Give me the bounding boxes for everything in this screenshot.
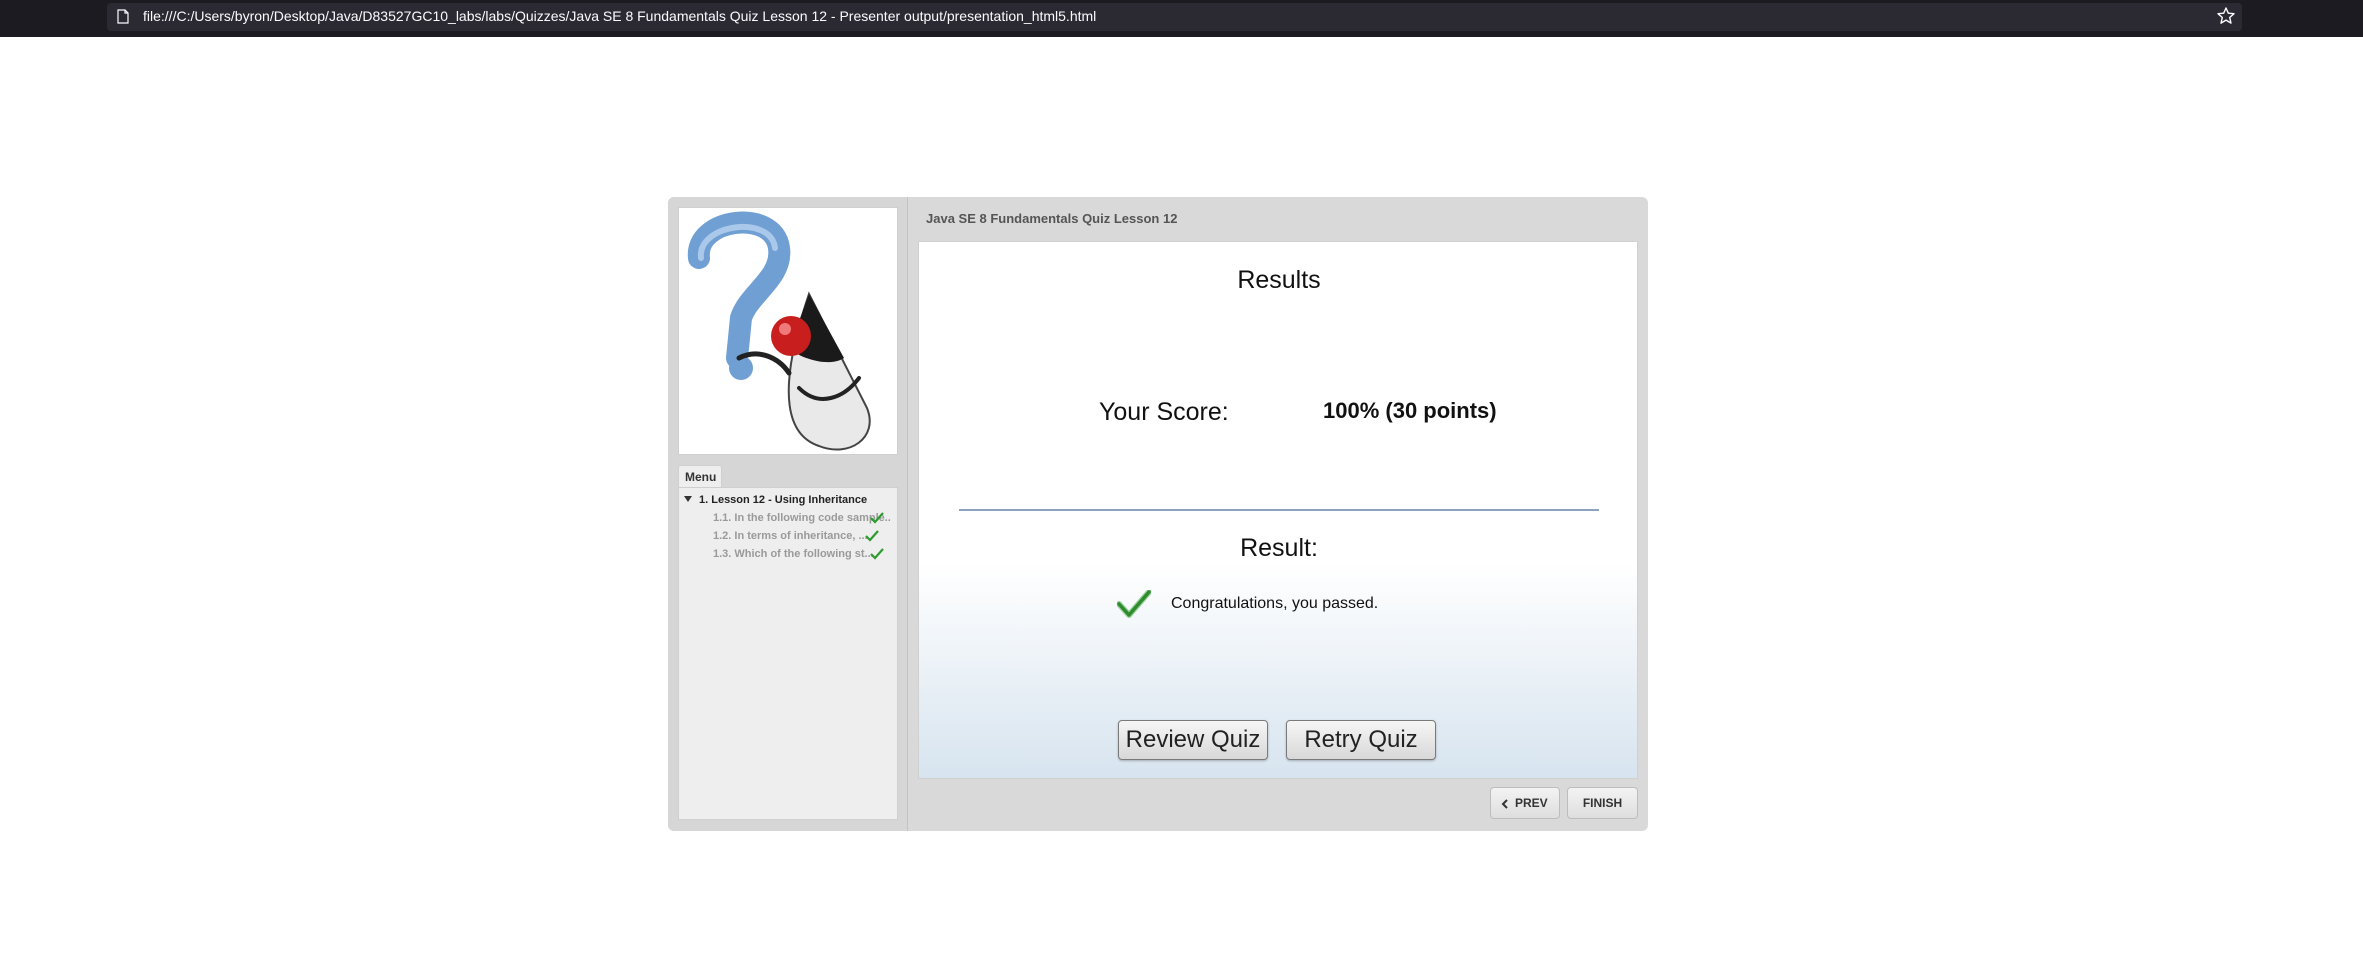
completed-check-icon	[870, 512, 884, 524]
collapse-caret-icon[interactable]	[684, 496, 692, 502]
menu-question-item[interactable]: 1.1. In the following code sample...	[713, 512, 891, 524]
score-value: 100% (30 points)	[1323, 398, 1497, 423]
passed-check-icon	[1117, 590, 1151, 618]
url-text[interactable]: file:///C:/Users/byron/Desktop/Java/D835…	[143, 8, 1096, 24]
score-label: Your Score:	[1099, 398, 1229, 426]
divider	[959, 509, 1599, 511]
menu-tab[interactable]: Menu	[678, 465, 722, 487]
java-quiz-logo	[678, 207, 898, 455]
prev-button[interactable]: PREV	[1490, 787, 1560, 819]
finish-button[interactable]: FINISH	[1567, 787, 1638, 819]
result-label: Result:	[1240, 534, 1318, 562]
star-icon[interactable]	[2216, 6, 2236, 26]
menu-panel: 1. Lesson 12 - Using Inheritance 1.1. In…	[678, 487, 898, 820]
result-text: Congratulations, you passed.	[1171, 595, 1379, 612]
quiz-title: Java SE 8 Fundamentals Quiz Lesson 12	[926, 211, 1178, 226]
completed-check-icon	[870, 548, 884, 560]
browser-toolbar: file:///C:/Users/byron/Desktop/Java/D835…	[0, 0, 2363, 37]
chevron-left-icon	[1501, 799, 1508, 809]
review-quiz-button[interactable]: Review Quiz	[1118, 720, 1268, 760]
duke-question-mark-image	[687, 211, 871, 451]
page-icon	[117, 9, 129, 24]
menu-question-item[interactable]: 1.3. Which of the following st...	[713, 548, 891, 560]
retry-quiz-button[interactable]: Retry Quiz	[1286, 720, 1436, 760]
sidebar: Menu 1. Lesson 12 - Using Inheritance 1.…	[668, 197, 908, 831]
menu-lesson-item[interactable]: 1. Lesson 12 - Using Inheritance	[699, 494, 867, 506]
completed-check-icon	[865, 530, 879, 542]
prev-label: PREV	[1515, 796, 1548, 810]
results-heading: Results	[1237, 266, 1321, 294]
quiz-player: Menu 1. Lesson 12 - Using Inheritance 1.…	[668, 197, 1648, 831]
results-slide: Results Your Score: 100% (30 points) Res…	[918, 241, 1638, 779]
